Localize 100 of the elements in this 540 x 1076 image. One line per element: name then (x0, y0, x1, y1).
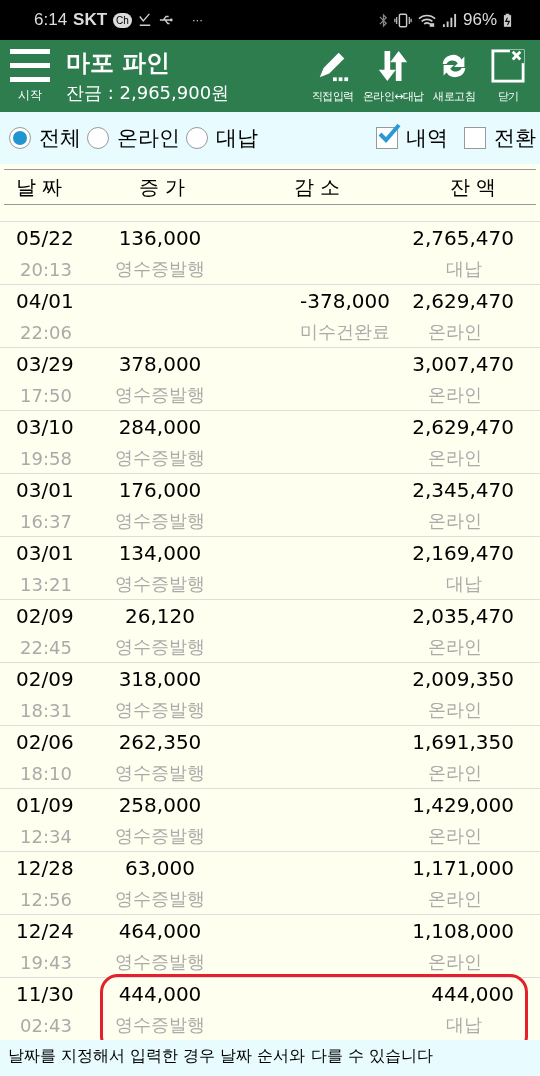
table-cell-text: 18:31 (19, 699, 73, 721)
download-done-icon (137, 13, 152, 27)
table-cell-text: 19:58 (19, 447, 73, 469)
table-cell-text: 1,171,000 (412, 856, 515, 880)
table-cell: 26,120 (125, 604, 195, 628)
table-cell-text: 22:45 (19, 636, 73, 658)
table-cell: 176,000 (118, 478, 202, 502)
checkbox-option[interactable]: 전환 (454, 124, 536, 152)
close-window-icon (491, 48, 525, 83)
radio-button[interactable] (186, 127, 208, 149)
table-cell: 영수증발행 (115, 509, 205, 533)
table-cell-text: 12:56 (19, 888, 73, 910)
table-cell: 영수증발행 (115, 887, 205, 911)
toolbar-button[interactable]: 닫기 (482, 48, 534, 104)
column-header: 잔 액 (449, 173, 497, 201)
table-cell-text: 444,000 (431, 982, 515, 1006)
table-cell-text: 2,035,470 (412, 604, 515, 628)
table-cell-text: 17:50 (19, 384, 73, 406)
table-cell-text: 02/09 (15, 667, 75, 691)
table-cell: 134,000 (118, 541, 202, 565)
table-cell: 영수증발행 (115, 635, 205, 659)
table-cell: 영수증발행 (115, 761, 205, 785)
table-cell-text: 대납 (446, 1013, 483, 1037)
table-cell-text: 온라인 (428, 950, 483, 974)
table-cell-text: 온라인 (428, 446, 483, 470)
table-cell: 284,000 (118, 415, 202, 439)
table-cell: 464,000 (118, 919, 202, 943)
table-cell-text: 22:06 (19, 321, 73, 343)
column-header: 날 짜 (15, 173, 64, 201)
table-cell: 영수증발행 (115, 950, 205, 974)
table-cell-text: 13:21 (19, 573, 73, 595)
radio-option[interactable]: 대납 (186, 124, 258, 152)
table-cell-text: 2,345,470 (412, 478, 515, 502)
column-header: 감 소 (293, 173, 341, 201)
table-cell-text: 20:13 (19, 258, 73, 280)
clock-time: 6:14 (34, 10, 68, 30)
battery-percent: 96% (462, 10, 497, 30)
bluetooth-icon (378, 12, 388, 28)
table-cell: 378,000 (118, 352, 202, 376)
carrier-name: SKT (73, 10, 108, 30)
table-cell-text: 12:34 (19, 825, 73, 847)
column-header: 증 가 (138, 173, 186, 201)
battery-icon (503, 12, 512, 28)
radio-option[interactable]: 온라인 (87, 124, 180, 152)
table-cell: 444,000 (118, 982, 202, 1006)
table-cell-text: 02/09 (15, 604, 75, 628)
toolbar-button[interactable]: 새로고침 (428, 48, 480, 104)
table-cell-text: 11/30 (15, 982, 75, 1006)
table-cell-text: 온라인 (428, 509, 483, 533)
app-title: 마포 파인 (66, 48, 172, 79)
table-cell-text: 1,691,350 (412, 730, 515, 754)
table-cell-text: 05/22 (15, 226, 75, 250)
table-cell-text: 온라인 (428, 887, 483, 911)
table-cell-text: 12/28 (15, 856, 75, 880)
table-cell-text: 온라인 (428, 761, 483, 785)
wifi-icon (417, 12, 436, 28)
table-cell-text: 03/10 (15, 415, 75, 439)
table-cell: 영수증발행 (115, 698, 205, 722)
table-cell-text: 1,429,000 (412, 793, 515, 817)
table-cell-text: 2,169,470 (412, 541, 515, 565)
table-cell: 영수증발행 (115, 1013, 205, 1037)
table-cell-text: 온라인 (428, 824, 483, 848)
table-cell: -378,000 (300, 289, 390, 313)
table-cell-text: 12/24 (15, 919, 75, 943)
checkbox-option[interactable]: 내역 (366, 124, 448, 152)
table-cell: 262,350 (118, 730, 202, 754)
table-cell: 영수증발행 (115, 572, 205, 596)
table-cell-text: 03/01 (15, 478, 75, 502)
toolbar-button[interactable]: 직접입력 (306, 48, 359, 104)
table-cell-text: 1,108,000 (412, 919, 515, 943)
table-cell-text: 16:37 (19, 510, 73, 532)
table-cell-text: 온라인 (428, 383, 483, 407)
table-cell: 영수증발행 (115, 257, 205, 281)
radio-option[interactable]: 전체 (9, 124, 81, 152)
table-cell-text: 02/06 (15, 730, 75, 754)
table-cell: 영수증발행 (115, 824, 205, 848)
usb-icon (157, 13, 174, 27)
table-cell-text: 2,629,470 (412, 415, 515, 439)
table-cell-text: 3,007,470 (412, 352, 515, 376)
radio-button[interactable] (87, 127, 109, 149)
toolbar-button[interactable]: 온라인↔대납 (360, 48, 426, 104)
table-cell-text: 2,009,350 (412, 667, 515, 691)
table-cell: 258,000 (118, 793, 202, 817)
table-cell: 영수증발행 (115, 446, 205, 470)
table-cell: 63,000 (125, 856, 195, 880)
table-cell-text: 대납 (446, 572, 483, 596)
menu-icon (10, 48, 50, 83)
signal-icon (441, 12, 457, 28)
table-cell-text: 19:43 (19, 951, 73, 973)
radio-button[interactable] (9, 127, 31, 149)
checkbox[interactable] (464, 127, 486, 149)
balance-text: 잔금 : 2,965,900원 (66, 81, 231, 105)
table-cell-text: 온라인 (428, 320, 483, 344)
footer-note: 날짜를 지정해서 입력한 경우 날짜 순서와 다를 수 있습니다 (0, 1040, 540, 1076)
vibrate-icon (393, 12, 412, 28)
table-cell: 318,000 (118, 667, 202, 691)
table-cell-text: 04/01 (15, 289, 75, 313)
table-cell-text: 03/01 (15, 541, 75, 565)
table-cell: 미수건완료 (300, 320, 390, 344)
menu-button[interactable]: 시작 (10, 48, 50, 104)
